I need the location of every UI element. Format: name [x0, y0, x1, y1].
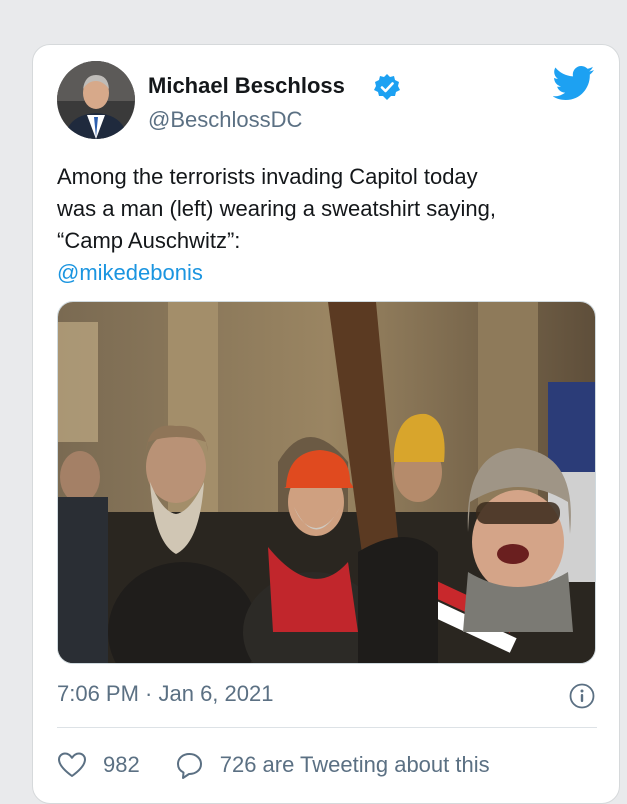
info-icon[interactable]	[569, 683, 595, 709]
tweeting-count: 726 are Tweeting about this	[219, 752, 490, 777]
mention-link[interactable]: @mikedebonis	[57, 257, 602, 289]
tweet-text-line: “Camp Auschwitz”:	[57, 228, 241, 253]
verified-badge-icon	[374, 74, 400, 100]
twitter-bird-icon[interactable]	[553, 65, 595, 101]
like-button[interactable]: 982	[57, 750, 140, 780]
heart-icon	[58, 752, 86, 777]
tweet-text: Among the terrorists invading Capitol to…	[57, 161, 602, 289]
author-handle[interactable]: @BeschlossDC	[148, 107, 302, 133]
reply-button[interactable]: 726 are Tweeting about this	[174, 750, 490, 780]
tweet-text-line: was a man (left) wearing a sweatshirt sa…	[57, 196, 496, 221]
like-count: 982	[103, 752, 140, 777]
avatar[interactable]	[57, 61, 135, 139]
author-name[interactable]: Michael Beschloss	[148, 73, 345, 99]
tweet-actions: 982 726 are Tweeting about this	[57, 747, 490, 783]
divider	[57, 727, 597, 728]
tweet-card: Michael Beschloss @BeschlossDC Among the…	[32, 44, 620, 804]
speech-bubble-icon	[176, 753, 202, 779]
tweet-media-photo[interactable]	[57, 301, 596, 664]
tweet-timestamp[interactable]: 7:06 PM · Jan 6, 2021	[57, 681, 273, 707]
tweet-text-line: Among the terrorists invading Capitol to…	[57, 164, 478, 189]
